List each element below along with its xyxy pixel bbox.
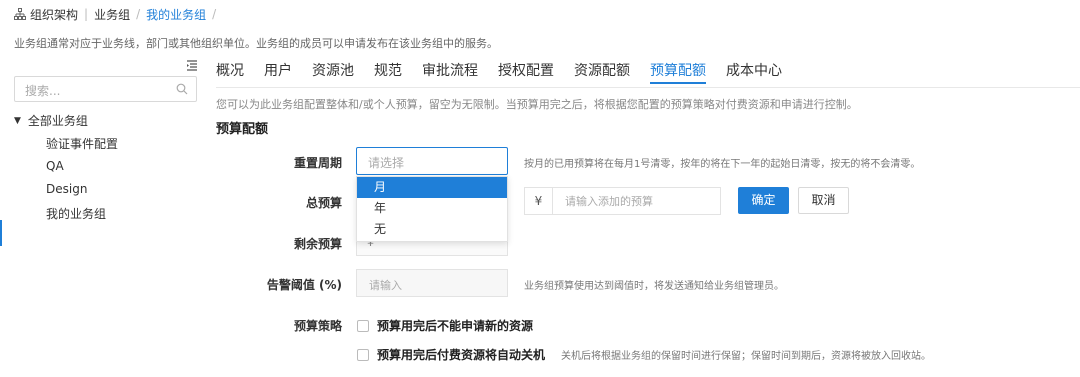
warning-threshold-label: 告警阈值 (%) xyxy=(266,278,342,292)
policy-checkbox-auto-shutdown[interactable] xyxy=(357,348,369,361)
warning-threshold-placeholder: 请输入 xyxy=(369,279,402,292)
policy-label-block-new: 预算用完后不能申请新的资源 xyxy=(377,319,534,333)
sidebar-active-marker xyxy=(0,220,2,246)
breadcrumb-separator-2: / xyxy=(136,7,141,21)
warning-threshold-hint: 业务组预算使用达到阈值时，将发送通知给业务组管理员。 xyxy=(524,281,784,292)
reset-period-hint: 按月的已用预算将在每月1号清零，按年的将在下一年的起始日清零，按无的将不会清零。 xyxy=(524,159,921,170)
search-icon[interactable] xyxy=(176,83,188,95)
cancel-button[interactable]: 取消 xyxy=(798,187,849,214)
budget-policy-label: 预算策略 xyxy=(293,319,342,333)
breadcrumb-group[interactable]: 业务组 xyxy=(94,6,130,23)
add-budget-placeholder: 请输入添加的预算 xyxy=(565,195,653,208)
tree-item-my-group[interactable]: 我的业务组 xyxy=(46,205,106,222)
breadcrumb-separator-3: / xyxy=(212,7,217,21)
section-title: 预算配额 xyxy=(216,122,269,137)
info-text: 您可以为此业务组配置整体和/或个人预算，留空为无限制。当预算用完之后，将根据您配… xyxy=(216,98,858,111)
page-description: 业务组通常对应于业务线，部门或其他组织单位。业务组的成员可以申请发布在该业务组中… xyxy=(14,37,498,50)
tab-approval[interactable]: 审批流程 xyxy=(422,60,478,84)
reset-period-select[interactable]: 请选择 xyxy=(356,147,508,175)
breadcrumb-org[interactable]: 组织架构 xyxy=(30,6,78,23)
tab-divider xyxy=(216,87,1080,88)
breadcrumb-separator: | xyxy=(84,7,89,21)
sidebar-search-input[interactable]: 搜索... xyxy=(14,76,197,102)
caret-down-icon[interactable]: ▼ xyxy=(14,116,21,126)
confirm-button[interactable]: 确定 xyxy=(738,187,789,214)
tree-item-design[interactable]: Design xyxy=(46,182,87,196)
add-budget-input[interactable]: ¥ 请输入添加的预算 xyxy=(524,187,721,215)
currency-prefix: ¥ xyxy=(525,188,553,214)
collapse-menu-icon[interactable] xyxy=(186,59,198,71)
reset-period-dropdown: 月 年 无 xyxy=(356,176,508,242)
tree-root-all-groups[interactable]: ▼ 全部业务组 xyxy=(14,112,88,129)
tab-spec[interactable]: 规范 xyxy=(374,60,402,84)
policy-option-auto-shutdown[interactable]: 预算用完后付费资源将自动关机 关机后将根据业务组的保留时间进行保留；保留时间到期… xyxy=(357,346,931,363)
breadcrumb: 组织架构 | 业务组 / 我的业务组 / xyxy=(14,6,222,22)
option-none[interactable]: 无 xyxy=(357,219,507,240)
tab-cost-center[interactable]: 成本中心 xyxy=(726,60,782,84)
reset-period-label: 重置周期 xyxy=(293,156,342,170)
tab-bar: 概况 用户 资源池 规范 审批流程 授权配置 资源配额 预算配额 成本中心 xyxy=(216,60,802,84)
policy-option-block-new[interactable]: 预算用完后不能申请新的资源 xyxy=(357,317,533,334)
tree-item-qa[interactable]: QA xyxy=(46,159,64,173)
tab-authorization[interactable]: 授权配置 xyxy=(498,60,554,84)
reset-period-placeholder: 请选择 xyxy=(368,156,405,170)
tree-root-label: 全部业务组 xyxy=(27,114,88,128)
tree-item-verify-event[interactable]: 验证事件配置 xyxy=(46,135,118,152)
tab-overview[interactable]: 概况 xyxy=(216,60,244,84)
tab-resource-pool[interactable]: 资源池 xyxy=(312,60,354,84)
sidebar: 搜索... ▼ 全部业务组 验证事件配置 QA Design 我的业务组 xyxy=(0,56,205,377)
option-year[interactable]: 年 xyxy=(357,198,507,219)
tab-users[interactable]: 用户 xyxy=(264,60,292,84)
policy-label-auto-shutdown: 预算用完后付费资源将自动关机 xyxy=(377,348,546,362)
total-budget-label: 总预算 xyxy=(305,196,342,210)
search-placeholder: 搜索... xyxy=(25,84,61,98)
option-month[interactable]: 月 xyxy=(357,177,507,198)
tab-budget-quota[interactable]: 预算配额 xyxy=(650,60,706,84)
breadcrumb-my-group[interactable]: 我的业务组 xyxy=(146,6,206,23)
warning-threshold-input[interactable]: 请输入 xyxy=(356,269,508,297)
policy-checkbox-block-new[interactable] xyxy=(357,319,369,332)
org-chart-icon xyxy=(14,8,26,20)
remaining-budget-label: 剩余预算 xyxy=(293,237,342,251)
policy-hint-auto-shutdown: 关机后将根据业务组的保留时间进行保留；保留时间到期后，资源将被放入回收站。 xyxy=(561,351,932,362)
tab-resource-quota[interactable]: 资源配额 xyxy=(574,60,630,84)
